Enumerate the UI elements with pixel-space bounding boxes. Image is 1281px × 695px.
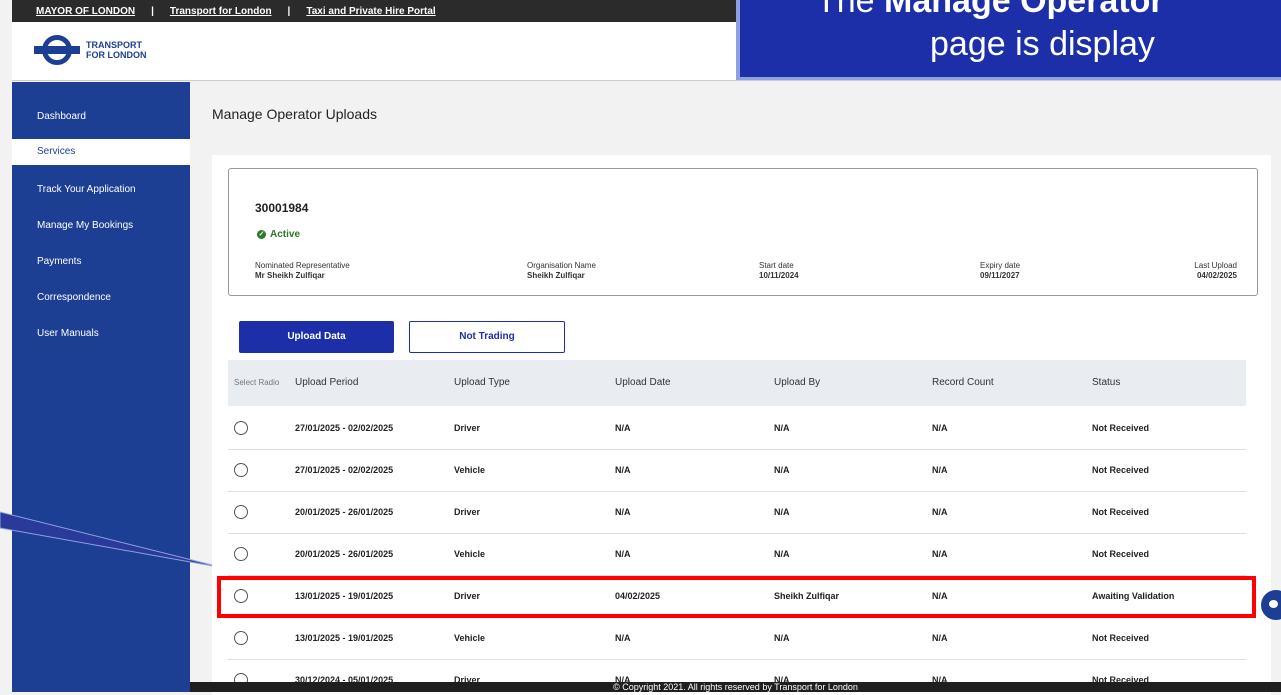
row-radio[interactable]: [234, 421, 248, 435]
cell-period: 20/01/2025 - 26/01/2025: [295, 507, 394, 517]
cell-type: Driver: [454, 423, 481, 433]
cell-by: N/A: [774, 549, 790, 559]
table-row: 27/01/2025 - 02/02/2025 Vehicle N/A N/A …: [228, 449, 1246, 492]
col-upload-type: Upload Type: [454, 377, 510, 388]
cell-type: Vehicle: [454, 465, 486, 475]
cell-period: 20/01/2025 - 26/01/2025: [295, 549, 394, 559]
col-upload-date: Upload Date: [615, 377, 671, 388]
cell-status: Not Received: [1092, 549, 1150, 559]
cell-count: N/A: [932, 423, 948, 433]
table-header: Select Radio Upload Period Upload Type U…: [228, 360, 1246, 406]
field-last-upload: Last Upload 04/02/2025: [1194, 261, 1237, 280]
cell-date: N/A: [615, 633, 631, 643]
field-organisation-name: Organisation Name Sheikh Zulfiqar: [527, 261, 596, 280]
not-trading-button[interactable]: Not Trading: [409, 321, 565, 353]
cell-status: Not Received: [1092, 675, 1150, 682]
row-highlight-box: [217, 576, 1256, 618]
status-badge: ✓ Active: [257, 229, 301, 240]
cell-period: 27/01/2025 - 02/02/2025: [295, 423, 394, 433]
cell-date: N/A: [615, 423, 631, 433]
table-row: 30/12/2024 - 05/01/2025 Driver N/A N/A N…: [228, 659, 1246, 682]
cell-count: N/A: [932, 675, 948, 682]
check-circle-icon: ✓: [257, 230, 266, 239]
cell-status: Not Received: [1092, 423, 1150, 433]
row-radio[interactable]: [234, 505, 248, 519]
upload-data-button[interactable]: Upload Data: [239, 321, 394, 353]
table-row: 20/01/2025 - 26/01/2025 Vehicle N/A N/A …: [228, 533, 1246, 576]
table-row: 27/01/2025 - 02/02/2025 Driver N/A N/A N…: [228, 407, 1246, 450]
table-row: 20/01/2025 - 26/01/2025 Driver N/A N/A N…: [228, 491, 1246, 534]
cell-period: 13/01/2025 - 19/01/2025: [295, 633, 394, 643]
cell-status: Not Received: [1092, 507, 1150, 517]
cell-type: Vehicle: [454, 633, 486, 643]
cell-by: N/A: [774, 423, 790, 433]
col-record-count: Record Count: [932, 377, 994, 388]
col-upload-period: Upload Period: [295, 377, 359, 388]
col-status: Status: [1092, 377, 1121, 388]
cell-by: N/A: [774, 633, 790, 643]
field-nominated-rep: Nominated Representative Mr Sheikh Zulfiq…: [255, 261, 350, 280]
footer: © Copyright 2021. All rights reserved by…: [190, 682, 1281, 692]
col-upload-by: Upload By: [774, 377, 821, 388]
col-select-radio: Select Radio: [234, 378, 280, 387]
row-radio[interactable]: [234, 673, 248, 682]
row-radio[interactable]: [234, 463, 248, 477]
cell-count: N/A: [932, 507, 948, 517]
cell-date: N/A: [615, 549, 631, 559]
row-radio[interactable]: [234, 631, 248, 645]
cell-count: N/A: [932, 465, 948, 475]
page-title: Manage Operator Uploads: [212, 106, 377, 122]
field-start-date: Start date 10/11/2024: [759, 261, 799, 280]
table-row: 13/01/2025 - 19/01/2025 Vehicle N/A N/A …: [228, 617, 1246, 660]
operator-card: 30001984 ✓ Active Nominated Representati…: [228, 168, 1258, 296]
operator-id: 30001984: [255, 201, 309, 215]
cell-status: Not Received: [1092, 465, 1150, 475]
cell-period: 27/01/2025 - 02/02/2025: [295, 465, 394, 475]
cell-date: N/A: [615, 507, 631, 517]
cell-date: N/A: [615, 465, 631, 475]
cell-by: N/A: [774, 465, 790, 475]
cell-count: N/A: [932, 549, 948, 559]
cell-date: N/A: [615, 675, 631, 682]
cell-by: N/A: [774, 675, 790, 682]
cell-count: N/A: [932, 633, 948, 643]
row-radio[interactable]: [234, 547, 248, 561]
cell-period: 30/12/2024 - 05/01/2025: [295, 675, 394, 682]
field-expiry-date: Expiry date 09/11/2027: [980, 261, 1021, 280]
cell-type: Driver: [454, 675, 481, 682]
cell-type: Vehicle: [454, 549, 486, 559]
cell-type: Driver: [454, 507, 481, 517]
cell-by: N/A: [774, 507, 790, 517]
cell-status: Not Received: [1092, 633, 1150, 643]
